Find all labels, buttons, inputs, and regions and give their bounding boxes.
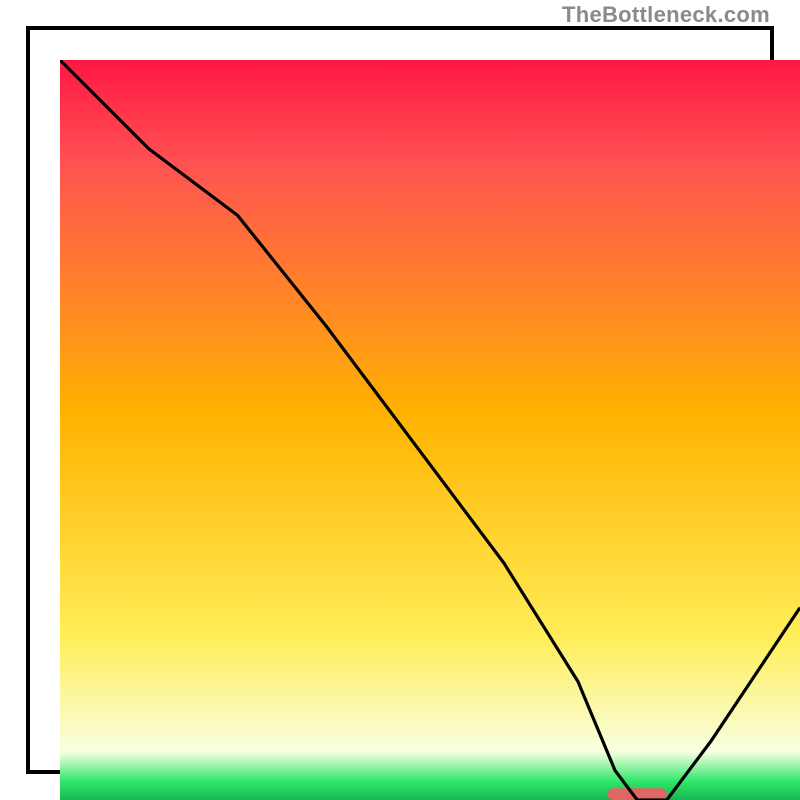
chart-background — [60, 60, 800, 800]
chart-frame — [26, 26, 774, 774]
watermark-text: TheBottleneck.com — [562, 2, 770, 28]
chart-canvas — [60, 60, 800, 800]
